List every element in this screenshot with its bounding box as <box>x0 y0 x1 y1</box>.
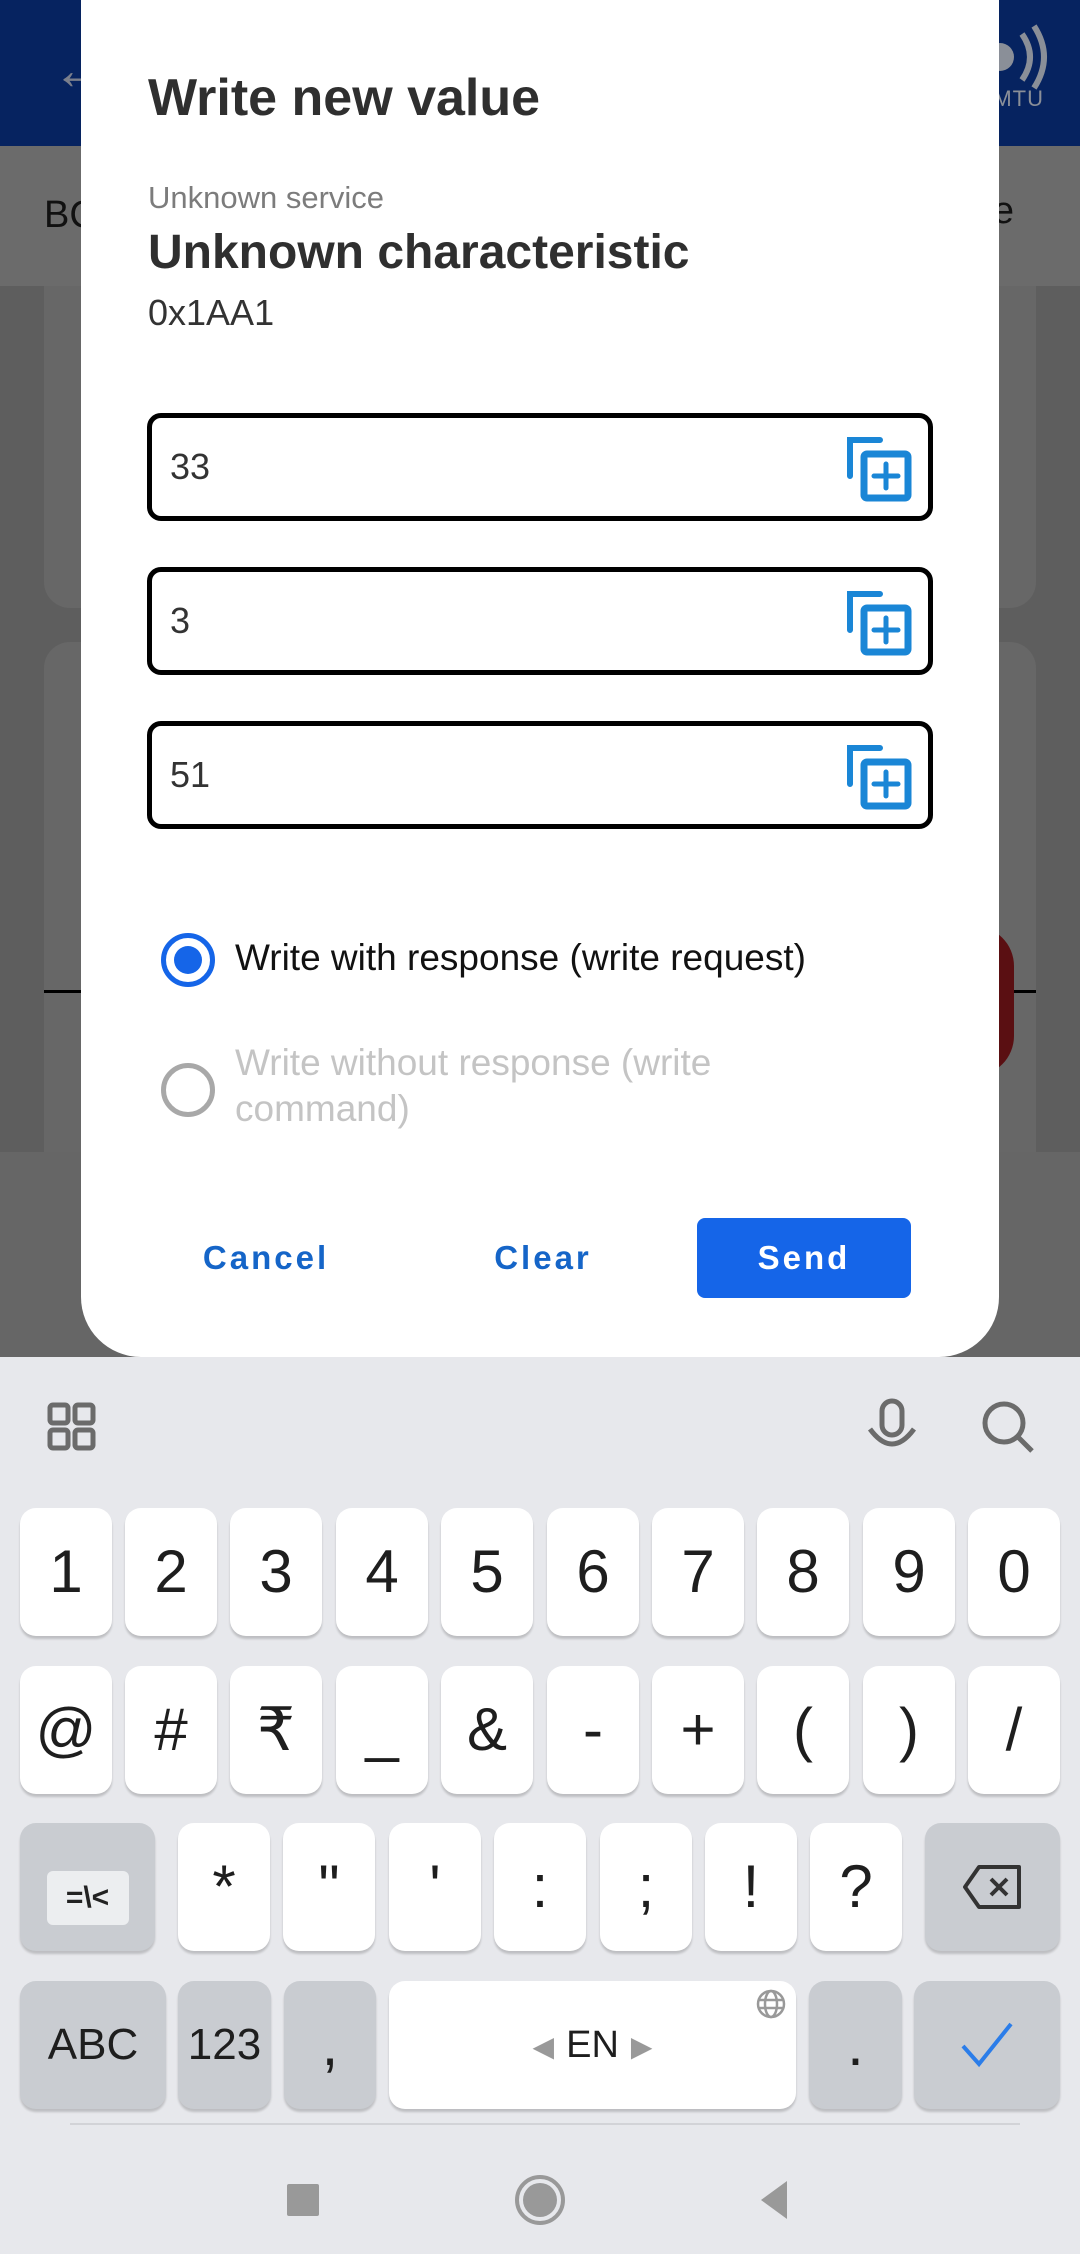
value-input[interactable] <box>170 440 770 494</box>
key-asterisk[interactable]: * <box>178 1823 270 1951</box>
symbols-toggle-label: =\< <box>46 1871 129 1925</box>
key-exclamation[interactable]: ! <box>705 1823 797 1951</box>
key-5[interactable]: 5 <box>441 1508 533 1636</box>
dialog-title: Write new value <box>148 69 541 127</box>
characteristic-name: Unknown characteristic <box>148 226 690 279</box>
backspace-key[interactable] <box>925 1823 1060 1951</box>
key-plus[interactable]: + <box>652 1666 744 1794</box>
key-question[interactable]: ? <box>810 1823 902 1951</box>
radio-write-with-response[interactable]: Write with response (write request) <box>161 933 921 987</box>
key-ampersand[interactable]: & <box>441 1666 533 1794</box>
key-0[interactable]: 0 <box>968 1508 1060 1636</box>
add-to-queue-icon[interactable] <box>844 588 914 658</box>
radio-write-without-response: Write without response (write command) <box>161 1040 921 1140</box>
key-3[interactable]: 3 <box>230 1508 322 1636</box>
key-hash[interactable]: # <box>125 1666 217 1794</box>
characteristic-uuid: 0x1AA1 <box>148 292 275 333</box>
abc-key[interactable]: ABC <box>20 1981 166 2109</box>
key-double-quote[interactable]: " <box>283 1823 375 1951</box>
key-minus[interactable]: - <box>547 1666 639 1794</box>
language-prev-icon: ◀ <box>532 2030 555 2062</box>
cancel-button[interactable]: Cancel <box>186 1218 346 1298</box>
write-value-dialog: Write new value Unknown service Unknown … <box>81 0 999 1357</box>
key-underscore[interactable]: _ <box>336 1666 428 1794</box>
back-button[interactable] <box>740 2165 810 2235</box>
key-period[interactable]: . <box>809 1981 902 2109</box>
grid-menu-icon[interactable] <box>42 1397 102 1457</box>
value-input[interactable] <box>170 748 770 802</box>
recents-button[interactable] <box>268 2165 338 2235</box>
language-label: EN <box>566 2024 619 2066</box>
key-single-quote[interactable]: ' <box>389 1823 481 1951</box>
language-next-icon: ▶ <box>630 2030 653 2062</box>
key-slash[interactable]: / <box>968 1666 1060 1794</box>
value-input[interactable] <box>170 594 770 648</box>
radio-label: Write with response (write request) <box>235 937 806 978</box>
key-colon[interactable]: : <box>494 1823 586 1951</box>
key-comma[interactable]: , <box>284 1981 376 2109</box>
key-7[interactable]: 7 <box>652 1508 744 1636</box>
key-6[interactable]: 6 <box>547 1508 639 1636</box>
space-key[interactable]: ◀ EN ▶ <box>389 1981 796 2109</box>
key-9[interactable]: 9 <box>863 1508 955 1636</box>
key-2[interactable]: 2 <box>125 1508 217 1636</box>
key-4[interactable]: 4 <box>336 1508 428 1636</box>
key-close-paren[interactable]: ) <box>863 1666 955 1794</box>
key-1[interactable]: 1 <box>20 1508 112 1636</box>
soft-keyboard: 1 2 3 4 5 6 7 8 9 0 @ # ₹ _ & - + ( ) / … <box>0 1357 1080 2254</box>
square-icon <box>287 2184 319 2216</box>
symbols-page-toggle-key[interactable]: =\< <box>20 1823 155 1951</box>
key-open-paren[interactable]: ( <box>757 1666 849 1794</box>
send-button[interactable]: Send <box>697 1218 911 1298</box>
numeric-key[interactable]: 123 <box>178 1981 271 2109</box>
key-at[interactable]: @ <box>20 1666 112 1794</box>
service-label: Unknown service <box>148 180 385 215</box>
check-icon <box>961 2022 1013 2068</box>
value-field[interactable] <box>147 567 933 675</box>
add-to-queue-icon[interactable] <box>844 742 914 812</box>
enter-key[interactable] <box>914 1981 1060 2109</box>
key-semicolon[interactable]: ; <box>600 1823 692 1951</box>
triangle-back-icon <box>761 2181 787 2219</box>
key-rupee[interactable]: ₹ <box>230 1666 322 1794</box>
mtu-label: MTU <box>993 86 1044 111</box>
clear-button[interactable]: Clear <box>463 1218 623 1298</box>
radio-unselected <box>161 1063 215 1117</box>
divider <box>70 2123 1020 2125</box>
radio-label: Write without response (write command) <box>235 1042 712 1129</box>
radio-selected[interactable] <box>161 933 215 987</box>
value-field[interactable] <box>147 721 933 829</box>
backspace-icon <box>962 1865 1021 1909</box>
globe-icon <box>756 1989 786 2019</box>
key-8[interactable]: 8 <box>757 1508 849 1636</box>
add-to-queue-icon[interactable] <box>844 434 914 504</box>
value-field[interactable] <box>147 413 933 521</box>
circle-icon <box>515 2175 565 2225</box>
home-button[interactable] <box>505 2165 575 2235</box>
microphone-icon[interactable] <box>862 1397 922 1457</box>
search-icon[interactable] <box>978 1397 1038 1457</box>
